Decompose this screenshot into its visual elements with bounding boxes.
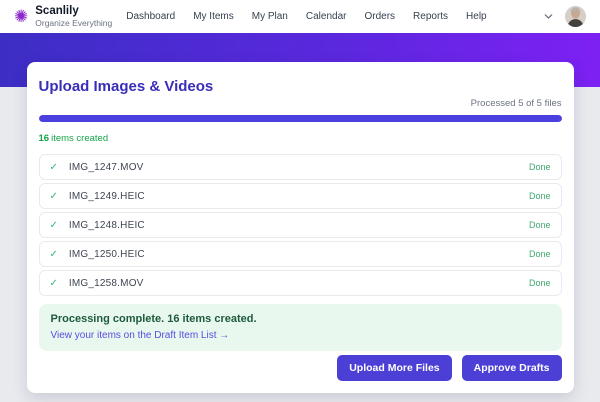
file-status-badge: Done <box>528 249 551 259</box>
check-icon: ✓ <box>49 277 58 289</box>
avatar[interactable] <box>565 6 586 27</box>
file-row: ✓ IMG_1248.HEIC Done <box>38 212 562 238</box>
check-icon: ✓ <box>49 248 58 260</box>
file-list: ✓ IMG_1247.MOV Done ✓ IMG_1249.HEIC Done… <box>38 154 562 296</box>
items-created-text: items created <box>51 133 109 144</box>
chevron-down-icon[interactable] <box>544 12 553 21</box>
draft-item-list-link[interactable]: View your items on the Draft Item List → <box>51 330 230 341</box>
brand-text: Scanlily Organize Everything <box>35 5 112 28</box>
check-icon: ✓ <box>49 161 58 173</box>
nav-links: Dashboard My Items My Plan Calendar Orde… <box>126 11 486 22</box>
file-status-badge: Done <box>528 278 551 288</box>
completion-message: Processing complete. 16 items created. <box>50 313 257 325</box>
panel-title: Upload Images & Videos <box>38 78 214 95</box>
file-name: IMG_1248.HEIC <box>68 219 145 231</box>
file-status-badge: Done <box>528 191 551 201</box>
items-created-count: 16 <box>38 133 50 144</box>
brand-name: Scanlily <box>35 5 79 17</box>
nav-item-help[interactable]: Help <box>466 11 487 22</box>
nav-item-orders[interactable]: Orders <box>364 11 395 22</box>
nav-right <box>544 6 586 27</box>
nav-item-calendar[interactable]: Calendar <box>306 11 347 22</box>
completion-alert: Processing complete. 16 items created. V… <box>38 304 562 351</box>
file-name: IMG_1258.MOV <box>68 277 144 289</box>
nav-item-my-plan[interactable]: My Plan <box>252 11 288 22</box>
footer-actions: Upload More Files Approve Drafts <box>337 355 562 381</box>
nav-item-reports[interactable]: Reports <box>413 11 448 22</box>
progress-bar <box>38 115 562 122</box>
items-created-label: 16 items created <box>39 133 562 144</box>
file-name: IMG_1249.HEIC <box>68 190 145 202</box>
upload-more-files-button[interactable]: Upload More Files <box>337 355 452 381</box>
file-name: IMG_1247.MOV <box>68 161 144 173</box>
progress-fill <box>38 115 562 122</box>
file-row: ✓ IMG_1247.MOV Done <box>38 154 562 180</box>
file-status-badge: Done <box>528 220 551 230</box>
file-name: IMG_1250.HEIC <box>68 248 145 260</box>
file-row: ✓ IMG_1258.MOV Done <box>38 270 562 296</box>
file-row: ✓ IMG_1249.HEIC Done <box>38 183 562 209</box>
brand[interactable]: ✺ Scanlily Organize Everything <box>14 5 112 28</box>
draft-item-list-link-label: View your items on the Draft Item List <box>50 330 217 341</box>
processed-count-label: Processed 5 of 5 files <box>470 98 562 109</box>
check-icon: ✓ <box>49 219 58 231</box>
brand-tagline: Organize Everything <box>35 17 113 28</box>
arrow-right-icon: → <box>219 330 230 341</box>
nav-item-dashboard[interactable]: Dashboard <box>126 11 175 22</box>
upload-panel: Upload Images & Videos Processed 5 of 5 … <box>26 62 574 393</box>
top-navbar: ✺ Scanlily Organize Everything Dashboard… <box>0 0 600 33</box>
nav-item-my-items[interactable]: My Items <box>193 11 234 22</box>
file-row: ✓ IMG_1250.HEIC Done <box>38 241 562 267</box>
approve-drafts-button[interactable]: Approve Drafts <box>461 355 562 381</box>
file-status-badge: Done <box>528 162 551 172</box>
check-icon: ✓ <box>49 190 58 202</box>
flower-logo-icon: ✺ <box>14 6 29 26</box>
